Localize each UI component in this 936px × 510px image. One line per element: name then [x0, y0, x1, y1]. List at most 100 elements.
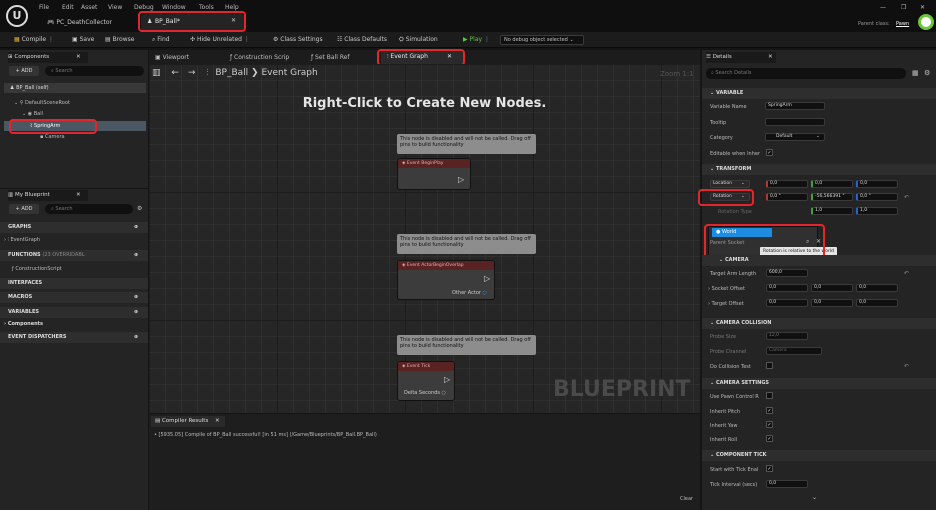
scale-z[interactable]: 1,0	[856, 207, 898, 215]
forward-arrow-icon[interactable]: →	[188, 68, 196, 78]
use-pawn-control-rotation-checkbox[interactable]	[766, 392, 773, 399]
add-graph-icon[interactable]: ⊕	[134, 222, 138, 233]
socket-offset-y[interactable]: 0,0	[811, 284, 853, 292]
tick-interval-input[interactable]: 0,0	[766, 480, 808, 488]
component-camera[interactable]: ▪ Camera	[40, 134, 65, 140]
pin-other-actor[interactable]: Other Actor ○	[452, 290, 487, 296]
target-offset-z[interactable]: 0,0	[856, 299, 898, 307]
menu-file[interactable]: File	[39, 4, 49, 11]
location-z[interactable]: 0,0	[856, 180, 898, 188]
tooltip-input[interactable]	[765, 118, 825, 126]
browse-button[interactable]: ▤ Browse	[105, 36, 134, 43]
graph-eventgraph[interactable]: › ⫶ EventGraph	[4, 237, 40, 243]
socket-offset-z[interactable]: 0,0	[856, 284, 898, 292]
unreal-logo-icon[interactable]: U	[6, 5, 28, 27]
target-offset-y[interactable]: 0,0	[811, 299, 853, 307]
editable-when-inherited-checkbox[interactable]: ✓	[766, 149, 773, 156]
expand-advanced-icon[interactable]: ⌄	[812, 494, 817, 501]
reset-rotation-icon[interactable]: ↶	[904, 194, 909, 201]
variables-components[interactable]: › Components	[4, 321, 43, 327]
inherit-pitch-checkbox[interactable]: ✓	[766, 407, 773, 414]
rotation-z[interactable]: 0,0 °	[856, 193, 898, 201]
pin-delta-seconds[interactable]: Delta Seconds ○	[404, 390, 446, 396]
rotation-y[interactable]: -56,566391 °	[811, 193, 853, 201]
probe-channel-combobox[interactable]: Camera	[766, 347, 822, 355]
breadcrumb-bp[interactable]: BP_Ball	[215, 68, 248, 78]
play-button[interactable]: ▶ Play ⋮	[463, 36, 490, 43]
close-icon[interactable]: ✕	[76, 52, 81, 63]
node-event-actor-begin-overlap[interactable]: ◈ Event ActorBeginOverlap ▷ Other Actor …	[397, 260, 495, 300]
add-function-icon[interactable]: ⊕	[134, 250, 138, 261]
back-arrow-icon[interactable]: ←	[171, 68, 179, 78]
clear-button[interactable]: Clear	[680, 496, 693, 502]
blueprint-add-button[interactable]: + ADD	[9, 204, 39, 214]
section-camera-settings[interactable]: ⌄ CAMERA SETTINGS	[702, 378, 936, 389]
reset-collision-icon[interactable]: ↶	[904, 363, 909, 370]
do-collision-test-checkbox[interactable]	[766, 362, 773, 369]
tab-construction-script[interactable]: ƒ Construction Scrip	[230, 54, 289, 61]
node-event-tick[interactable]: ◈ Event Tick ▷ Delta Seconds ○	[397, 361, 455, 401]
maximize-icon[interactable]: ❐	[901, 4, 906, 11]
section-camera[interactable]: ⌄ CAMERA	[702, 255, 936, 266]
menu-debug[interactable]: Debug	[134, 4, 154, 11]
compile-button[interactable]: ▦ Compile ⋮	[14, 36, 54, 43]
socket-offset-x[interactable]: 0,0	[766, 284, 808, 292]
exec-pin-icon[interactable]: ▷	[458, 175, 464, 184]
menu-help[interactable]: Help	[225, 4, 239, 11]
tab-set-ball-ref[interactable]: ƒ Set Ball Ref	[311, 54, 350, 61]
property-matrix-icon[interactable]: ▦	[912, 69, 919, 77]
details-search-input[interactable]: ⌕ Search Details	[706, 68, 906, 79]
menu-tools[interactable]: Tools	[199, 4, 214, 11]
section-variables[interactable]: VARIABLES ⊕	[0, 307, 148, 318]
component-self-row[interactable]: ♟ BP_Ball (self)	[4, 83, 146, 93]
function-construction-script[interactable]: ƒ ConstructionScript	[12, 266, 62, 272]
close-icon[interactable]: ✕	[76, 190, 81, 201]
debug-object-select[interactable]: No debug object selected ⌄	[500, 35, 584, 45]
category-combobox[interactable]: Default ⌄	[765, 133, 825, 141]
find-button[interactable]: ⌕ Find	[152, 36, 170, 44]
graph-menu-icon[interactable]: ▥	[152, 68, 161, 78]
minimize-icon[interactable]: —	[880, 4, 886, 11]
reset-arm-icon[interactable]: ↶	[904, 270, 909, 277]
components-search-input[interactable]: ⌕ Search	[45, 66, 144, 76]
component-ball[interactable]: ⌄ ◉ Ball	[22, 111, 43, 117]
hide-unrelated-button[interactable]: ✣ Hide Unrelated ⋮	[190, 36, 250, 43]
close-window-icon[interactable]: ✕	[920, 4, 925, 11]
close-tab-icon[interactable]: ✕	[215, 416, 220, 427]
section-interfaces[interactable]: INTERFACES	[0, 278, 148, 289]
section-camera-collision[interactable]: ⌄ CAMERA COLLISION	[702, 318, 936, 329]
menu-view[interactable]: View	[108, 4, 122, 11]
project-tab[interactable]: 🎮 PC_DeathCollector	[47, 19, 112, 26]
menu-edit[interactable]: Edit	[62, 4, 74, 11]
parent-class-value[interactable]: Pawn	[896, 21, 909, 27]
target-arm-length-input[interactable]: 600,0	[766, 269, 808, 277]
node-event-beginplay[interactable]: ◈ Event BeginPlay ▷	[397, 158, 471, 190]
breadcrumb-graph[interactable]: Event Graph	[261, 68, 317, 78]
inherit-roll-checkbox[interactable]: ✓	[766, 435, 773, 442]
section-macros[interactable]: MACROS ⊕	[0, 292, 148, 303]
settings-gear-icon[interactable]: ⚙	[137, 205, 142, 212]
menu-window[interactable]: Window	[162, 4, 186, 11]
save-button[interactable]: ▣ Save	[72, 36, 94, 43]
compiler-results-tab[interactable]: ▤ Compiler Results ✕	[151, 416, 225, 427]
section-component-tick[interactable]: ⌄ COMPONENT TICK	[702, 450, 936, 461]
blueprint-search-input[interactable]: ⌕ Search	[45, 204, 133, 214]
inherit-yaw-checkbox[interactable]: ✓	[766, 421, 773, 428]
component-default-root[interactable]: ⌄ ⚲ DefaultSceneRoot	[14, 100, 70, 106]
details-settings-icon[interactable]: ⚙	[924, 69, 930, 77]
target-offset-x[interactable]: 0,0	[766, 299, 808, 307]
section-event-dispatchers[interactable]: EVENT DISPATCHERS ⊕	[0, 332, 148, 343]
variable-name-input[interactable]: SpringArm	[765, 102, 825, 110]
close-icon[interactable]: ✕	[768, 52, 773, 63]
location-x[interactable]: 0,0	[766, 180, 808, 188]
exec-pin-icon[interactable]: ▷	[444, 375, 450, 384]
add-variable-icon[interactable]: ⊕	[134, 307, 138, 318]
section-graphs[interactable]: GRAPHS ⊕	[0, 222, 148, 233]
class-settings-button[interactable]: ⚙ Class Settings	[273, 36, 323, 43]
section-variable[interactable]: ⌄ VARIABLE	[702, 88, 936, 99]
probe-size-input[interactable]: 12,0	[766, 332, 808, 340]
section-transform[interactable]: ⌄ TRANSFORM	[702, 164, 936, 175]
menu-asset[interactable]: Asset	[81, 4, 97, 11]
start-with-tick-checkbox[interactable]: ✓	[766, 465, 773, 472]
tab-viewport[interactable]: ▣ Viewport	[155, 54, 189, 61]
